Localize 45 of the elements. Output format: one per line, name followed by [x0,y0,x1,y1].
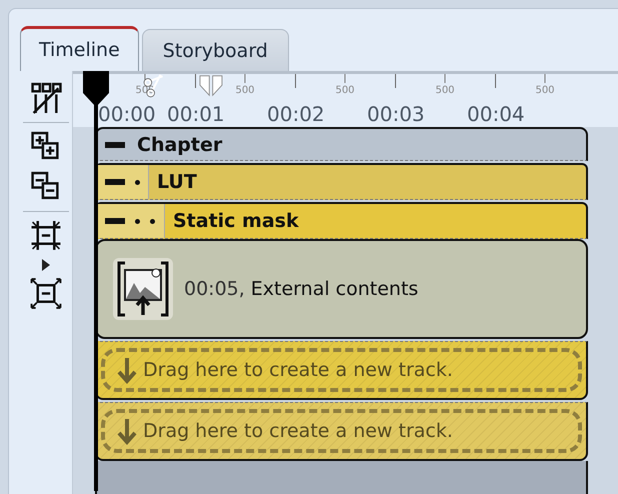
time-label: 00:00 [98,102,156,126]
expander-icon[interactable] [42,259,50,271]
clip[interactable]: 00:05, External contents [95,239,588,339]
time-label: 00:03 [367,102,425,126]
tick-mark [395,74,396,88]
tab[interactable]: Storyboard [142,29,289,71]
marker-icon[interactable] [198,75,224,97]
depth-dot [135,218,140,224]
track-title: Chapter [136,134,222,156]
ruler-label: 500 [335,85,355,96]
split-grid-icon [30,82,62,114]
tick-mark [544,74,546,83]
expand-frame-icon [30,278,62,310]
hint-text: Drag here to create a new track. [143,359,453,381]
track-header[interactable]: Static mask [95,202,588,239]
tick-mark [344,74,346,83]
down-arrow-icon [117,417,137,445]
ruler-label: 500 [435,85,455,96]
hint-text: Drag here to create a new track. [143,420,453,442]
time-label: 00:01 [167,102,225,126]
down-arrow-icon [117,356,137,384]
track-title: LUT [156,171,197,193]
collapse-icon[interactable] [105,142,125,148]
tick-mark [444,74,446,83]
track-header[interactable]: Chapter [95,127,588,161]
drop-target[interactable]: Drag here to create a new track. [101,348,582,392]
drop-target[interactable]: Drag here to create a new track. [101,409,582,453]
track-title: Static mask [172,210,299,232]
depth-dot [150,218,155,224]
clip-title: External contents [250,278,418,300]
track-header[interactable]: LUT [95,163,588,200]
depth-dot [135,180,140,184]
ruler-label: 500 [235,85,255,96]
tick-mark [144,74,146,83]
tick-mark [495,74,496,88]
time-label: 00:04 [467,102,525,126]
tick-mark [195,74,196,88]
time-label: 00:02 [267,102,325,126]
fit-frame-icon [30,220,62,252]
external-media-icon [112,257,174,321]
clip-duration: 00:05, [184,278,245,300]
ruler-label: 500 [535,85,555,96]
tick-mark [295,74,296,88]
tab[interactable]: Timeline [20,26,139,71]
tick-mark [244,74,246,83]
